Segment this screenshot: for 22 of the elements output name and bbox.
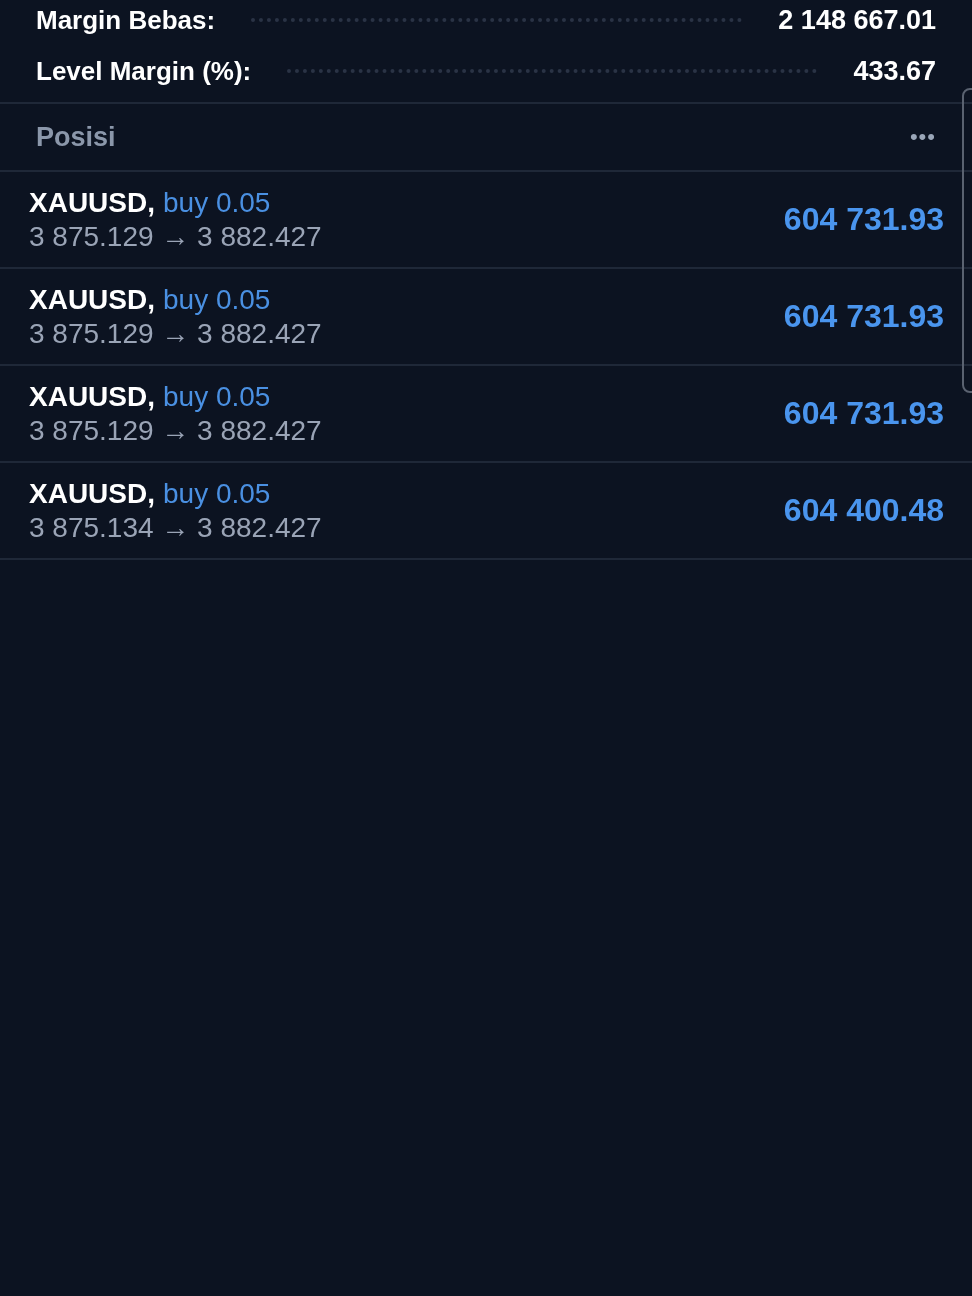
- symbol-label: XAUUSD,: [29, 380, 155, 413]
- symbol-label: XAUUSD,: [29, 186, 155, 219]
- trade-label: buy 0.05: [163, 477, 271, 510]
- account-label: Margin Bebas:: [36, 4, 216, 36]
- price-range: 3 875.129 → 3 882.427: [29, 414, 322, 447]
- trade-label: buy 0.05: [163, 283, 271, 316]
- account-value: 2 148 667.01: [778, 4, 936, 36]
- price-range: 3 875.129 → 3 882.427: [29, 317, 322, 350]
- price-range: 3 875.129 → 3 882.427: [29, 220, 322, 253]
- trade-label: buy 0.05: [163, 380, 271, 413]
- symbol-label: XAUUSD,: [29, 477, 155, 510]
- price-range: 3 875.134 → 3 882.427: [29, 511, 322, 544]
- account-label: Level Margin (%):: [36, 55, 252, 87]
- profit-value: 604 731.93: [783, 395, 944, 432]
- trade-label: buy 0.05: [163, 186, 271, 219]
- symbol-label: XAUUSD,: [29, 283, 155, 316]
- account-value: 433.67: [853, 55, 936, 87]
- profit-value: 604 400.48: [783, 492, 944, 529]
- section-title: Posisi: [36, 121, 116, 153]
- profit-value: 604 731.93: [783, 298, 944, 335]
- more-menu-button[interactable]: •••: [909, 124, 936, 150]
- profit-value: 604 731.93: [783, 201, 944, 238]
